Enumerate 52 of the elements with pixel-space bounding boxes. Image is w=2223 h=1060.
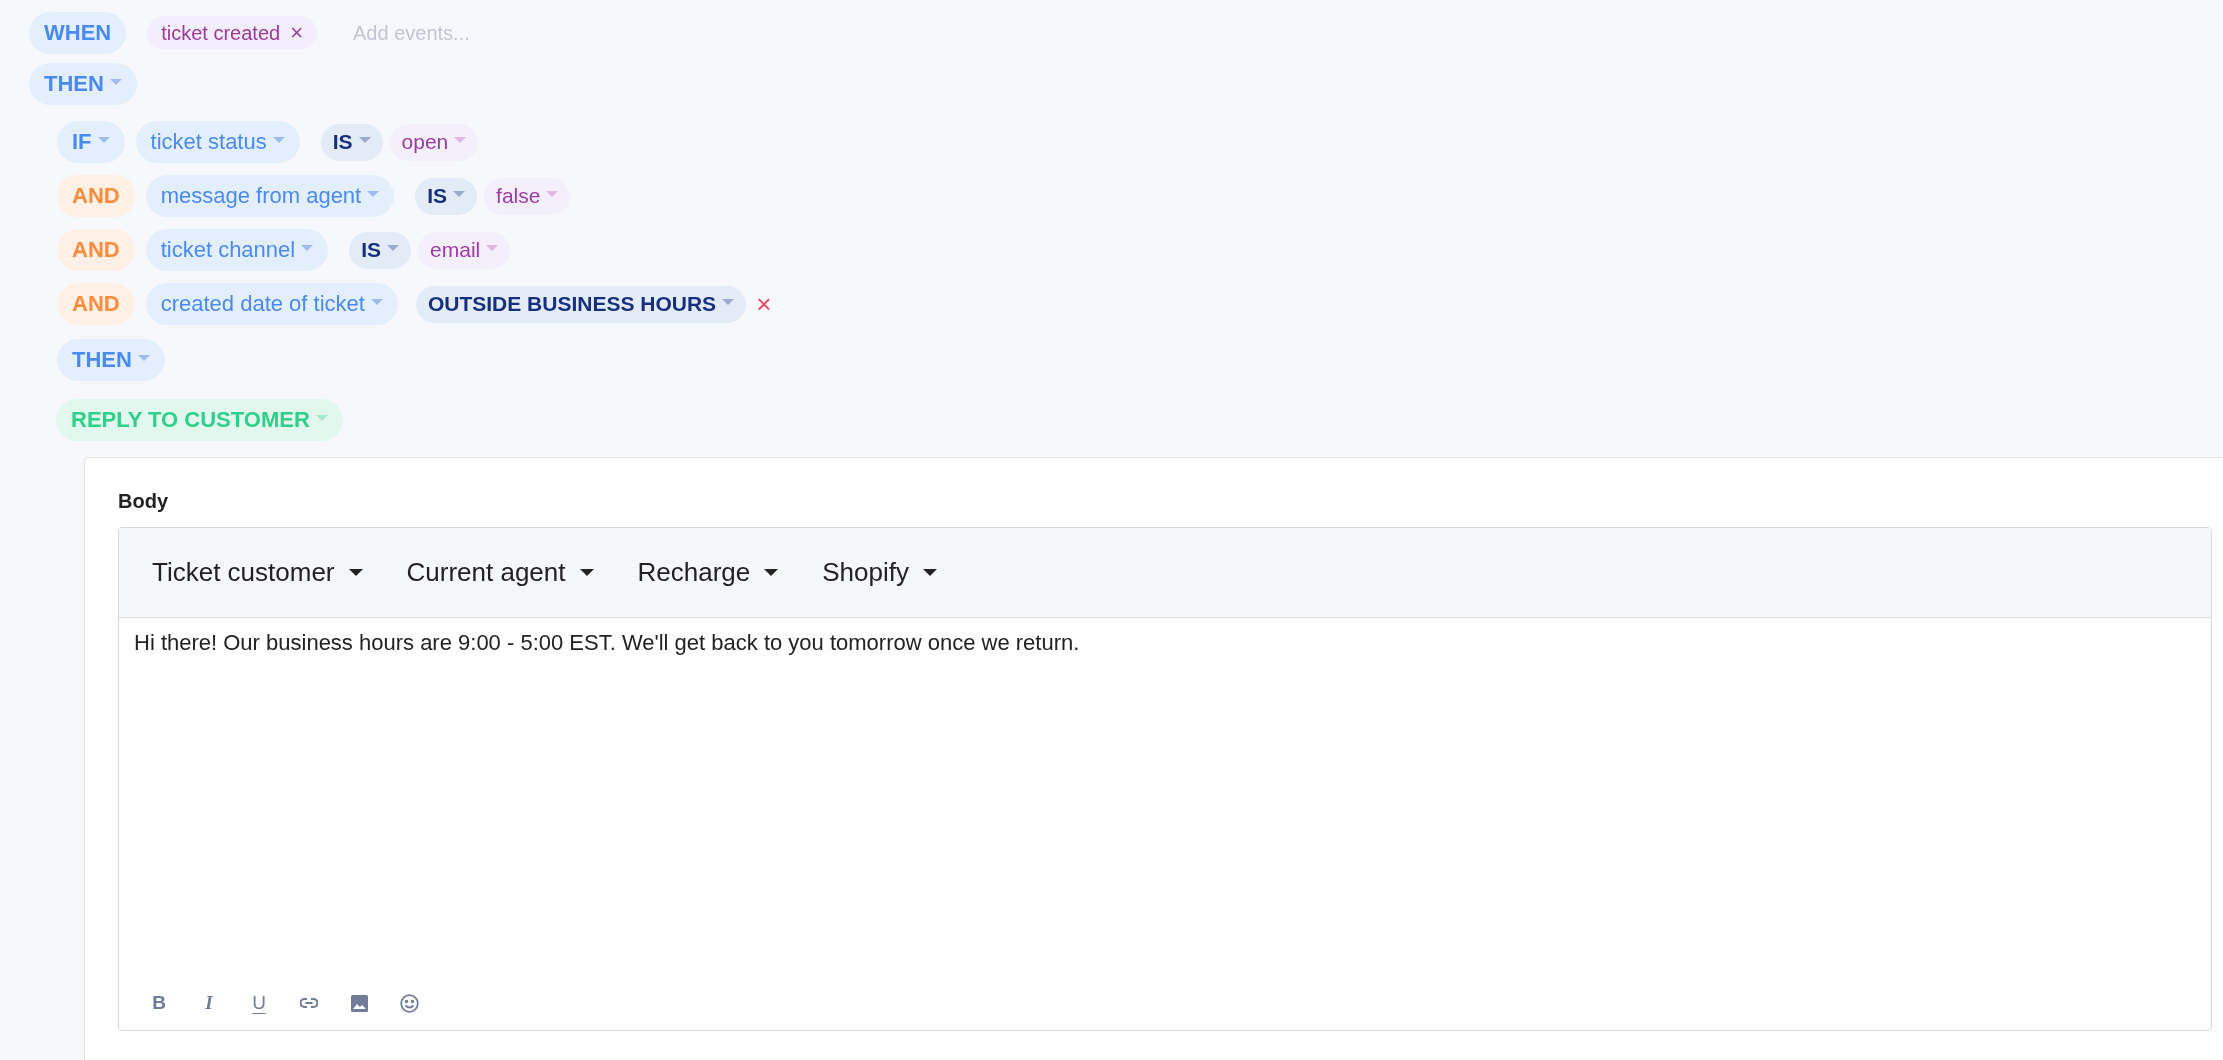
field-dropdown[interactable]: ticket channel (145, 229, 329, 271)
variable-menu[interactable]: Shopify (822, 557, 937, 588)
caret-icon (358, 137, 371, 143)
caret-icon (97, 137, 110, 143)
then-dropdown[interactable]: THEN (29, 63, 137, 105)
image-icon[interactable] (349, 992, 369, 1014)
caret-icon (348, 569, 363, 576)
caret-icon (579, 569, 594, 576)
value-dropdown[interactable]: OUTSIDE BUSINESS HOURS (415, 285, 747, 323)
message-text: Hi there! Our business hours are 9:00 - 5:00 EST. We'll get back to you tomorrow once we return. (133, 629, 1081, 657)
caret-icon (367, 191, 380, 197)
smiley-icon[interactable] (399, 992, 419, 1014)
and-label: AND (57, 175, 135, 217)
variable-menu[interactable]: Recharge (637, 557, 779, 588)
caret-icon (272, 137, 285, 143)
event-tag: ticket created × (147, 16, 318, 50)
and-label: AND (57, 229, 135, 271)
remove-button[interactable]: × (756, 288, 772, 320)
operator-dropdown[interactable]: IS (349, 231, 412, 269)
when-label: WHEN (29, 12, 127, 54)
operator-dropdown[interactable]: IS (415, 177, 478, 215)
bold-button[interactable]: B (149, 992, 169, 1014)
variable-menu[interactable]: Ticket customer (152, 557, 363, 588)
caret-icon (764, 569, 779, 576)
then-dropdown[interactable]: THEN (57, 339, 165, 381)
body-label: Body (118, 490, 169, 513)
caret-icon (370, 299, 383, 305)
value-dropdown[interactable]: open (389, 123, 479, 161)
remove-button[interactable]: × (290, 20, 304, 46)
caret-icon (387, 245, 400, 251)
field-dropdown[interactable]: ticket status (135, 121, 300, 163)
caret-icon (923, 569, 937, 576)
text-editor[interactable]: Ticket customer Current agent Recharge Shopify Hi there! Our business hours are 9:00 - 5:00 EST. We'll get back to you tomorrow once we return. B I U (118, 527, 2212, 1031)
caret-icon (454, 137, 467, 143)
field-dropdown[interactable]: created date of ticket (145, 283, 398, 325)
field-dropdown[interactable]: message from agent (145, 175, 395, 217)
caret-icon (301, 245, 314, 251)
caret-icon (453, 191, 466, 197)
variable-menu[interactable]: Current agent (406, 557, 594, 588)
caret-icon (722, 299, 735, 305)
caret-icon (109, 79, 122, 85)
caret-icon (137, 355, 150, 361)
caret-icon (546, 191, 559, 197)
if-dropdown[interactable]: IF (57, 121, 125, 163)
caret-icon (486, 245, 499, 251)
operator-dropdown[interactable]: IS (320, 123, 383, 161)
value-dropdown[interactable]: false (484, 177, 571, 215)
italic-button[interactable]: I (199, 992, 219, 1014)
underline-button[interactable]: U (249, 992, 269, 1014)
caret-icon (315, 415, 328, 421)
value-dropdown[interactable]: email (418, 231, 511, 269)
and-label: AND (57, 283, 135, 325)
